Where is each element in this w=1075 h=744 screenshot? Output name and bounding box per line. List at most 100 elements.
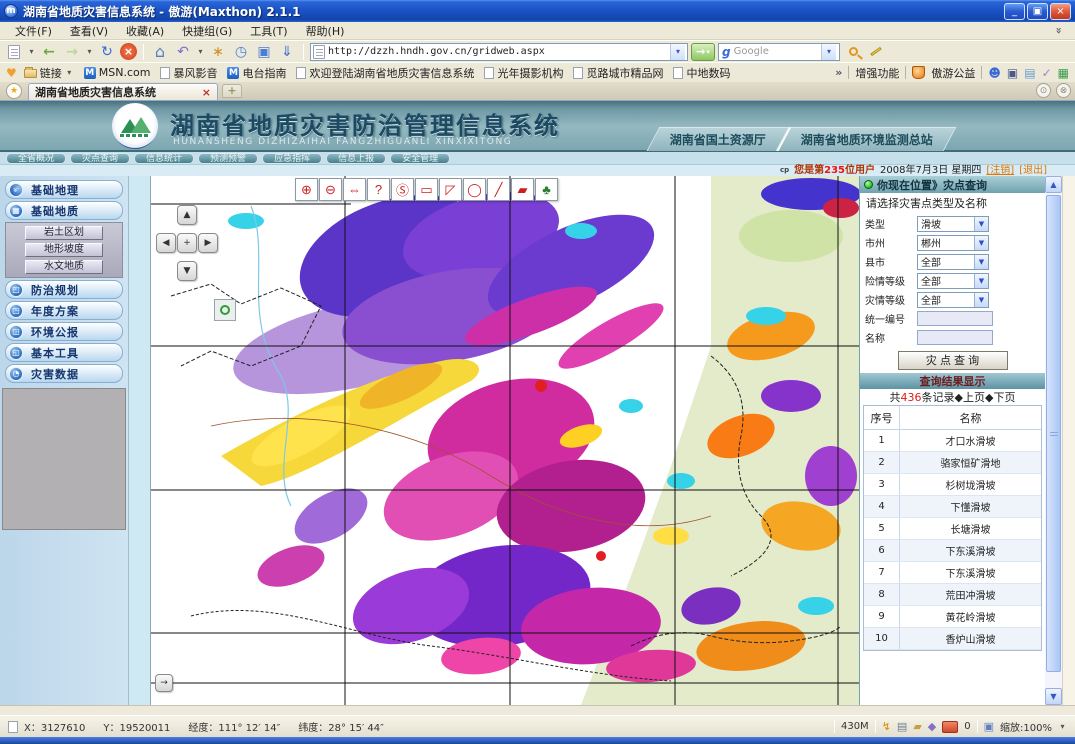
links-folder[interactable]: 链接▾ xyxy=(21,65,77,81)
download-icon[interactable]: ⇓ xyxy=(277,42,297,62)
draw-line-icon[interactable]: ╱ xyxy=(487,178,510,201)
popup-blocker-icon[interactable] xyxy=(942,721,958,733)
close-button[interactable]: × xyxy=(1050,3,1071,20)
menu-item[interactable]: 工具(T) xyxy=(241,24,296,39)
table-row[interactable]: 9 黄花岭滑坡 xyxy=(864,606,1041,628)
sidebar-item-prevention-plan[interactable]: ◰ 防治规划 xyxy=(5,280,123,299)
menu-item[interactable]: 帮助(H) xyxy=(297,24,354,39)
dropdown-select[interactable]: 郴州 ▼ xyxy=(917,235,989,251)
window-icon[interactable]: ▣ xyxy=(1007,66,1018,80)
sidebar-item-environment-bulletin[interactable]: ◲ 环境公报 xyxy=(5,322,123,341)
chevron-down-icon[interactable]: ▼ xyxy=(974,255,988,269)
sidebar-item-annual-plan[interactable]: ◳ 年度方案 xyxy=(5,301,123,320)
exit-link[interactable]: [退出] xyxy=(1019,165,1047,176)
menu-item[interactable]: 收藏(A) xyxy=(117,24,173,39)
banner-link-geo-monitor[interactable]: 湖南省地质环境监测总站 xyxy=(777,127,957,151)
dropdown-select[interactable]: 全部 ▼ xyxy=(917,254,989,270)
eraser-icon[interactable]: ▰ xyxy=(511,178,534,201)
sidebar-sub-item[interactable]: 水文地质 xyxy=(25,260,103,274)
search-box[interactable]: g Google ▾ xyxy=(718,43,840,61)
nav-tab[interactable]: 安全管理 xyxy=(390,153,450,164)
go-button[interactable]: →▾ xyxy=(691,43,715,61)
links-overflow-icon[interactable]: » xyxy=(835,66,842,79)
chevron-down-icon[interactable]: ▼ xyxy=(974,236,988,250)
pan-down-icon[interactable]: ▼ xyxy=(177,261,197,281)
dropdown-select[interactable]: 全部 ▼ xyxy=(917,292,989,308)
link-item[interactable]: 中地数码 xyxy=(670,65,733,81)
scrollbar-thumb[interactable] xyxy=(1046,195,1061,672)
link-item[interactable]: 欢迎登陆湖南省地质灾害信息系统 xyxy=(293,65,477,81)
sidebar-sub-item[interactable]: 地形坡度 xyxy=(25,243,103,257)
table-row[interactable]: 4 下懂滑坡 xyxy=(864,496,1041,518)
chevron-down-icon[interactable]: ▼ xyxy=(974,274,988,288)
wrench-icon[interactable]: ⊙ xyxy=(1036,83,1051,98)
collapse-toolbar-icon[interactable]: » xyxy=(1053,21,1066,41)
table-row[interactable]: 6 下东溪滑坡 xyxy=(864,540,1041,562)
magic-wand-icon[interactable]: ∗ xyxy=(208,42,228,62)
link-item[interactable]: M电台指南 xyxy=(224,65,289,81)
next-page-link[interactable]: 下页 xyxy=(993,389,1015,405)
stop-icon[interactable]: × xyxy=(120,43,137,60)
plugin-menu[interactable]: 增强功能 xyxy=(855,65,899,81)
pan-right-icon[interactable]: ▶ xyxy=(198,233,218,253)
table-row[interactable]: 10 香炉山滑坡 xyxy=(864,628,1041,650)
table-row[interactable]: 3 杉树垅滑坡 xyxy=(864,474,1041,496)
favorites-heart-icon[interactable]: ♥ xyxy=(6,66,17,80)
highlighter-icon[interactable] xyxy=(866,42,886,62)
nav-tab[interactable]: 信息统计 xyxy=(134,153,194,164)
table-row[interactable]: 2 骆家恒矿滑地 xyxy=(864,452,1041,474)
chevron-down-icon[interactable]: ▼ xyxy=(974,217,988,231)
link-item[interactable]: MMSN.com xyxy=(81,66,154,79)
menu-item[interactable]: 查看(V) xyxy=(61,24,117,39)
home-icon[interactable]: ⌂ xyxy=(150,42,170,62)
pan-icon[interactable]: ⇔ xyxy=(343,178,366,201)
proxy-icon[interactable]: ☻ xyxy=(988,66,1001,80)
logout-link[interactable]: [注销] xyxy=(986,165,1014,176)
dropdown-select[interactable]: 全部 ▼ xyxy=(917,273,989,289)
forward-icon[interactable]: → xyxy=(62,42,82,62)
select-rect-icon[interactable]: ▭ xyxy=(415,178,438,201)
geological-map[interactable] xyxy=(151,176,859,705)
new-tab-button[interactable]: + xyxy=(222,84,242,98)
minimize-button[interactable]: _ xyxy=(1004,3,1025,20)
table-row[interactable]: 5 长塘滑坡 xyxy=(864,518,1041,540)
menu-item[interactable]: 文件(F) xyxy=(6,24,61,39)
address-bar[interactable]: http://dzzh.hndh.gov.cn/gridweb.aspx ▾ xyxy=(310,43,688,61)
search-icon[interactable] xyxy=(843,42,863,62)
measure-icon[interactable]: ? xyxy=(367,178,390,201)
table-row[interactable]: 1 才口水滑坡 xyxy=(864,430,1041,452)
prev-page-link[interactable]: 上页 xyxy=(963,389,985,405)
restore-button[interactable]: ▣ xyxy=(1027,3,1048,20)
table-row[interactable]: 8 荒田冲滑坡 xyxy=(864,584,1041,606)
folder-icon[interactable]: ▰ xyxy=(913,720,921,733)
printer-icon[interactable]: ▤ xyxy=(897,720,907,733)
sidebar-item-basic-geology[interactable]: ▦ 基础地质 xyxy=(5,201,123,220)
layers-icon[interactable]: ♣ xyxy=(535,178,558,201)
link-item[interactable]: 觅路城市精品网 xyxy=(570,65,666,81)
link-item[interactable]: 光年摄影机构 xyxy=(481,65,566,81)
chevron-down-icon[interactable]: ▼ xyxy=(974,293,988,307)
zoom-level[interactable]: 缩放:100% xyxy=(1000,719,1052,734)
pan-left-icon[interactable]: ◀ xyxy=(156,233,176,253)
history-clock-icon[interactable]: ◷ xyxy=(231,42,251,62)
history-dropdown-icon[interactable]: ▾ xyxy=(85,47,94,56)
search-input[interactable]: Google xyxy=(734,46,818,57)
nav-tab[interactable]: 信息上报 xyxy=(326,153,386,164)
sidebar-item-basic-tools[interactable]: ◱ 基本工具 xyxy=(5,343,123,362)
link-item[interactable]: 暴风影音 xyxy=(157,65,220,81)
undo-icon[interactable]: ↶ xyxy=(173,42,193,62)
disaster-point-query-button[interactable]: 灾 点 查 询 xyxy=(898,351,1008,370)
zoom-dropdown-icon[interactable]: ▾ xyxy=(1058,722,1067,731)
new-page-icon[interactable] xyxy=(4,42,24,62)
scale-icon[interactable]: Ⓢ xyxy=(391,178,414,201)
search-engine-dropdown-icon[interactable]: ▾ xyxy=(821,44,836,60)
tab-close-icon[interactable]: × xyxy=(202,86,211,99)
select-circle-icon[interactable]: ◯ xyxy=(463,178,486,201)
map-scroll-right-icon[interactable]: → xyxy=(155,674,173,692)
refresh-icon[interactable]: ↻ xyxy=(97,42,117,62)
gesture-icon[interactable]: ◆ xyxy=(928,720,936,733)
resize-icon[interactable]: ▣ xyxy=(984,720,994,733)
nav-tab[interactable]: 全省概况 xyxy=(6,153,66,164)
star-icon[interactable]: ★ xyxy=(6,83,22,99)
charity-link[interactable]: 傲游公益 xyxy=(931,65,975,81)
